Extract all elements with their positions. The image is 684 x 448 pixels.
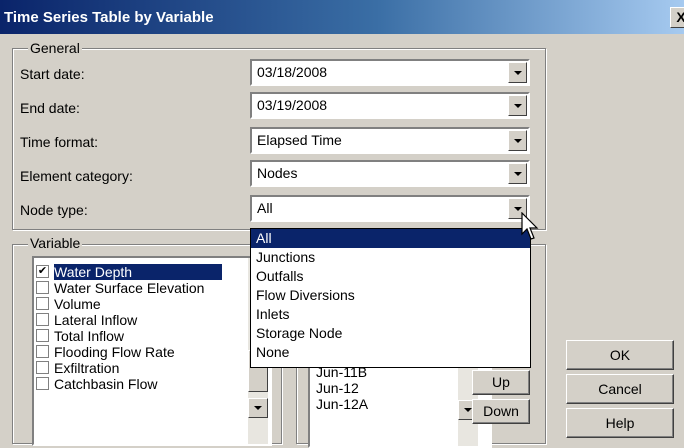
cancel-button[interactable]: Cancel bbox=[566, 374, 674, 404]
time-format-value: Elapsed Time bbox=[257, 132, 342, 148]
variable-item-label: Water Depth bbox=[54, 264, 223, 280]
element-list[interactable]: Jun-11B Jun-12 Jun-12A bbox=[308, 356, 492, 448]
end-date-value: 03/19/2008 bbox=[257, 97, 328, 113]
start-date-dropdown-button[interactable] bbox=[508, 62, 527, 83]
dropdown-option-none[interactable]: None bbox=[251, 343, 530, 362]
dropdown-option-storage-node[interactable]: Storage Node bbox=[251, 324, 530, 343]
chevron-down-icon bbox=[464, 408, 472, 412]
chevron-down-icon bbox=[514, 104, 522, 108]
chevron-down-icon bbox=[254, 406, 262, 410]
checkbox-checked[interactable]: ✔ bbox=[36, 265, 49, 278]
node-type-combo[interactable]: All bbox=[250, 195, 530, 222]
end-date-combo[interactable]: 03/19/2008 bbox=[250, 92, 530, 119]
dropdown-option-outfalls[interactable]: Outfalls bbox=[251, 267, 530, 286]
dropdown-option-junctions[interactable]: Junctions bbox=[251, 248, 530, 267]
element-category-value: Nodes bbox=[257, 165, 298, 181]
checkbox[interactable] bbox=[36, 297, 49, 310]
start-date-value: 03/18/2008 bbox=[257, 64, 328, 80]
variable-item-water-depth[interactable]: ✔ Water Depth bbox=[34, 264, 270, 280]
scroll-down-button[interactable] bbox=[248, 398, 268, 418]
time-format-label: Time format: bbox=[20, 134, 99, 150]
close-button[interactable]: X bbox=[670, 7, 684, 28]
start-date-combo[interactable]: 03/18/2008 bbox=[250, 59, 530, 86]
time-format-dropdown-button[interactable] bbox=[508, 130, 527, 151]
title-bar: Time Series Table by Variable X bbox=[0, 0, 684, 34]
move-down-button[interactable]: Down bbox=[472, 399, 530, 424]
mouse-pointer-icon bbox=[521, 212, 539, 240]
variable-item-label: Catchbasin Flow bbox=[54, 376, 158, 392]
checkbox[interactable] bbox=[36, 345, 49, 358]
time-format-combo[interactable]: Elapsed Time bbox=[250, 127, 530, 154]
checkbox[interactable] bbox=[36, 377, 49, 390]
chevron-down-icon bbox=[514, 172, 522, 176]
element-category-dropdown-button[interactable] bbox=[508, 163, 527, 184]
variable-item-label: Total Inflow bbox=[54, 328, 125, 344]
element-item-label: Jun-12A bbox=[316, 396, 369, 412]
checkbox[interactable] bbox=[36, 281, 49, 294]
checkbox[interactable] bbox=[36, 329, 49, 342]
dropdown-option-all[interactable]: All bbox=[251, 229, 530, 248]
dropdown-option-flow-diversions[interactable]: Flow Diversions bbox=[251, 286, 530, 305]
chevron-down-icon bbox=[514, 139, 522, 143]
node-type-dropdown-list[interactable]: All Junctions Outfalls Flow Diversions I… bbox=[250, 228, 531, 368]
move-up-button[interactable]: Up bbox=[472, 370, 530, 395]
element-item-label: Jun-12 bbox=[316, 380, 359, 396]
variable-item-label: Lateral Inflow bbox=[54, 312, 138, 328]
variable-item-label: Exfiltration bbox=[54, 360, 120, 376]
checkbox[interactable] bbox=[36, 361, 49, 374]
variable-item-label: Water Surface Elevation bbox=[54, 280, 205, 296]
end-date-dropdown-button[interactable] bbox=[508, 95, 527, 116]
chevron-down-icon bbox=[514, 207, 522, 211]
ok-button[interactable]: OK bbox=[566, 340, 674, 370]
help-button[interactable]: Help bbox=[566, 408, 674, 438]
start-date-label: Start date: bbox=[20, 66, 85, 82]
element-category-label: Element category: bbox=[20, 168, 133, 184]
node-type-label: Node type: bbox=[20, 202, 88, 218]
general-group-label: General bbox=[28, 40, 82, 56]
variable-item-label: Volume bbox=[54, 296, 101, 312]
window-title: Time Series Table by Variable bbox=[4, 9, 214, 26]
variable-group-label: Variable bbox=[28, 235, 83, 251]
variable-list[interactable]: ✔ Water Depth Water Surface Elevation Vo… bbox=[32, 256, 272, 446]
dropdown-option-inlets[interactable]: Inlets bbox=[251, 305, 530, 324]
node-type-value: All bbox=[257, 200, 273, 216]
chevron-down-icon bbox=[514, 71, 522, 75]
checkbox[interactable] bbox=[36, 313, 49, 326]
variable-item-label: Flooding Flow Rate bbox=[54, 344, 175, 360]
end-date-label: End date: bbox=[20, 100, 80, 116]
element-category-combo[interactable]: Nodes bbox=[250, 160, 530, 187]
